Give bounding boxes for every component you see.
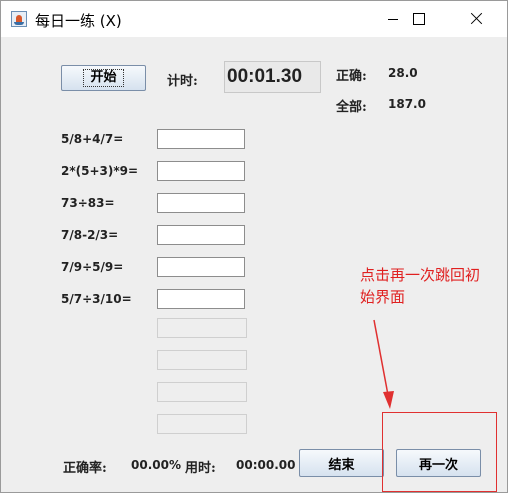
correct-value: 28.0 [388, 66, 418, 80]
app-window: 每日一练 (X) 开始 计时: 00:01.30 正确: 28.0 全部: 18… [0, 0, 508, 493]
question-label-3: 73÷83= [61, 196, 115, 210]
timer-display: 00:01.30 [224, 61, 321, 93]
highlight-box [382, 412, 497, 492]
accuracy-label: 正确率: [63, 461, 107, 476]
start-button-label: 开始 [83, 69, 124, 87]
java-app-icon [11, 11, 27, 27]
answer-field-6[interactable] [157, 289, 245, 309]
correct-label: 正确: [336, 69, 367, 84]
annotation-text: 点击再一次跳回初 始界面 [360, 264, 500, 308]
time-used-value: 00:00.00 [236, 458, 296, 472]
start-button[interactable]: 开始 [61, 65, 146, 91]
annotation-line-2: 始界面 [360, 288, 406, 306]
total-label: 全部: [336, 100, 367, 115]
answer-field-10 [157, 414, 247, 434]
answer-field-5[interactable] [157, 257, 245, 277]
question-label-5: 7/9÷5/9= [61, 260, 124, 274]
total-value: 187.0 [388, 97, 426, 111]
end-button[interactable]: 结束 [299, 449, 384, 477]
answer-field-8 [157, 350, 247, 370]
close-icon[interactable] [454, 1, 500, 37]
maximize-icon[interactable] [396, 1, 442, 37]
question-label-1: 5/8+4/7= [61, 132, 124, 146]
annotation-line-1: 点击再一次跳回初 [360, 266, 481, 284]
answer-field-7 [157, 318, 247, 338]
answer-field-3[interactable] [157, 193, 245, 213]
question-label-6: 5/7÷3/10= [61, 292, 132, 306]
answer-field-1[interactable] [157, 129, 245, 149]
question-label-4: 7/8-2/3= [61, 228, 119, 242]
accuracy-value: 00.00% [131, 458, 181, 472]
title-bar: 每日一练 (X) [1, 1, 507, 37]
window-title: 每日一练 (X) [35, 12, 122, 30]
answer-field-4[interactable] [157, 225, 245, 245]
time-used-label: 用时: [185, 461, 216, 476]
timer-label: 计时: [167, 74, 198, 89]
answer-field-2[interactable] [157, 161, 245, 181]
answer-field-9 [157, 382, 247, 402]
main-panel: 开始 计时: 00:01.30 正确: 28.0 全部: 187.0 5/8+4… [1, 37, 507, 492]
question-label-2: 2*(5+3)*9= [61, 164, 139, 178]
